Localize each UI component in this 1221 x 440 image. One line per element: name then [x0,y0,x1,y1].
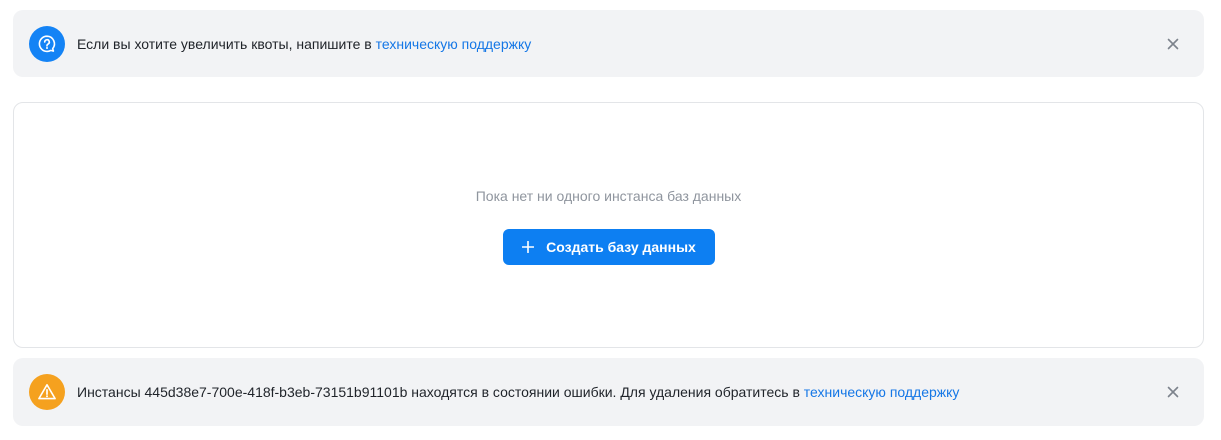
close-icon[interactable] [1164,35,1182,53]
close-icon[interactable] [1164,383,1182,401]
error-alert-text: Инстансы 445d38e7-700e-418f-b3eb-73151b9… [77,384,804,400]
plus-icon [522,241,535,253]
quota-info-alert: Если вы хотите увеличить квоты, напишите… [13,10,1204,77]
create-database-label: Создать базу данных [546,239,696,255]
empty-state-message: Пока нет ни одного инстанса баз данных [475,188,742,204]
create-database-button[interactable]: Создать базу данных [503,229,715,265]
warning-triangle-icon [29,374,65,410]
support-link[interactable]: техническую поддержку [376,36,532,52]
error-alert-message: Инстансы 445d38e7-700e-418f-b3eb-73151b9… [77,382,959,402]
question-circle-icon [29,25,65,62]
support-link[interactable]: техническую поддержку [804,384,960,400]
error-warning-alert: Инстансы 445d38e7-700e-418f-b3eb-73151b9… [13,358,1204,426]
empty-state-card: Пока нет ни одного инстанса баз данных С… [13,102,1204,348]
quota-alert-message: Если вы хотите увеличить квоты, напишите… [77,34,531,54]
page: Если вы хотите увеличить квоты, напишите… [0,0,1221,440]
quota-alert-text: Если вы хотите увеличить квоты, напишите… [77,35,376,52]
